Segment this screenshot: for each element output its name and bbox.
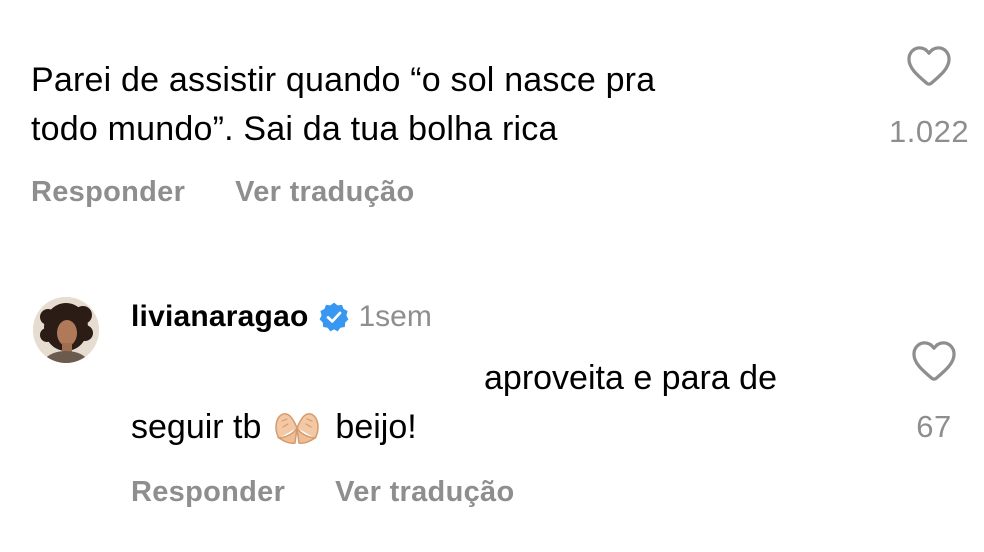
username[interactable]: livianaragao	[131, 300, 308, 334]
comment-2-text-line-2: seguir tb beijo!	[131, 403, 417, 452]
reply-button[interactable]: Responder	[31, 176, 185, 209]
comment-2-text-line-1: aproveita e para de	[484, 359, 777, 397]
see-translation-button[interactable]: Ver tradução	[335, 476, 514, 509]
comment-2-like-count: 67	[916, 409, 952, 444]
comment-1-text-line-1: Parei de assistir quando “o sol nasce pr…	[31, 61, 656, 99]
comment-1-like: 1.022	[889, 45, 969, 150]
see-translation-button[interactable]: Ver tradução	[235, 176, 414, 209]
avatar[interactable]	[33, 297, 99, 363]
verified-badge-icon	[320, 302, 349, 332]
comment-2-like: 67	[889, 340, 979, 445]
avatar-image	[33, 297, 99, 363]
heart-outline-icon[interactable]	[906, 45, 952, 87]
comment-1-text: Parei de assistir quando “o sol nasce pr…	[31, 56, 851, 154]
reply-button[interactable]: Responder	[131, 476, 285, 509]
heart-outline-icon[interactable]	[911, 340, 957, 382]
comment-1-actions: Responder Ver tradução	[31, 176, 414, 209]
comment-2-text-after-emoji: beijo!	[335, 408, 417, 446]
comment-1-like-count: 1.022	[889, 114, 970, 149]
heart-hands-emoji	[275, 412, 320, 444]
comment-2-text-before-emoji: seguir tb	[131, 408, 262, 446]
comment-2-header: livianaragao 1sem	[131, 300, 432, 334]
comment-2-actions: Responder Ver tradução	[131, 476, 514, 509]
timestamp: 1sem	[358, 300, 432, 333]
comment-1-text-line-2: todo mundo”. Sai da tua bolha rica	[31, 110, 558, 148]
